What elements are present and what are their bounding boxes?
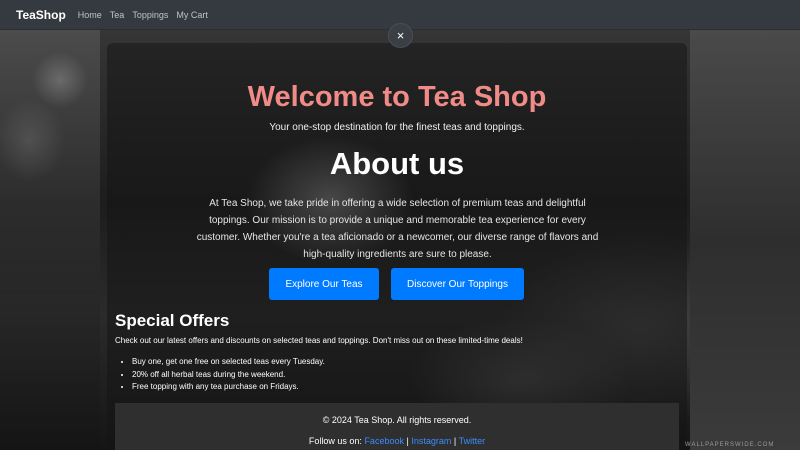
- about-text: At Tea Shop, we take pride in offering a…: [196, 198, 599, 260]
- explore-teas-button[interactable]: Explore Our Teas: [269, 268, 379, 300]
- special-offers-title: Special Offers: [115, 311, 230, 330]
- list-item: Free topping with any tea purchase on Fr…: [132, 381, 325, 394]
- facebook-link[interactable]: Facebook: [364, 436, 404, 446]
- watermark: WALLPAPERSWIDE.COM: [685, 442, 775, 448]
- brand-logo[interactable]: TeaShop: [16, 8, 66, 22]
- nav-link-toppings[interactable]: Toppings: [132, 10, 168, 20]
- close-icon: ×: [396, 28, 405, 43]
- discover-toppings-button[interactable]: Discover Our Toppings: [391, 268, 524, 300]
- nav-link-tea[interactable]: Tea: [110, 10, 125, 20]
- separator: |: [406, 436, 409, 446]
- list-item: Buy one, get one free on selected teas e…: [132, 356, 325, 369]
- hero-title: Welcome to Tea Shop: [247, 81, 547, 113]
- footer: © 2024 Tea Shop. All rights reserved. Fo…: [115, 403, 679, 450]
- footer-copyright: © 2024 Tea Shop. All rights reserved.: [322, 415, 472, 425]
- nav-link-my-cart[interactable]: My Cart: [176, 10, 208, 20]
- separator: |: [453, 436, 457, 446]
- hero-subtitle: Your one-stop destination for the finest…: [269, 122, 525, 133]
- follow-label: Follow us on:: [308, 436, 362, 446]
- special-offers-intro: Check out our latest offers and discount…: [115, 336, 523, 345]
- nav-link-home[interactable]: Home: [78, 10, 102, 20]
- list-item: 20% off all herbal teas during the weeke…: [132, 369, 325, 382]
- instagram-link[interactable]: Instagram: [411, 436, 451, 446]
- special-offers-list: Buy one, get one free on selected teas e…: [132, 356, 325, 394]
- footer-social: Follow us on: Facebook | Instagram | Twi…: [115, 436, 679, 446]
- about-title: About us: [329, 146, 465, 181]
- twitter-link[interactable]: Twitter: [459, 436, 486, 446]
- close-button[interactable]: ×: [388, 23, 413, 48]
